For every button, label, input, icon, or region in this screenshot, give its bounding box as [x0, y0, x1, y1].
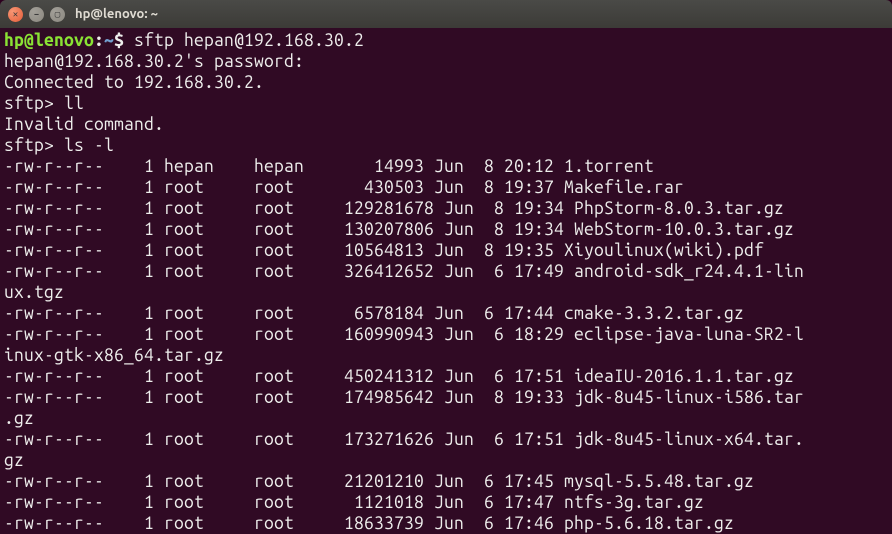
list-row: -rw-r--r-- 1 root root 450241312 Jun 6 1… [4, 366, 888, 387]
list-row: -rw-r--r-- 1 root root 18633739 Jun 6 17… [4, 513, 888, 534]
sftp-prompt-line2: sftp> ls -l [4, 135, 888, 156]
list-row: -rw-r--r-- 1 root root 129281678 Jun 8 1… [4, 198, 888, 219]
list-row: .gz [4, 408, 888, 429]
terminal-body[interactable]: hp@lenovo:~$ sftp hepan@192.168.30.2hepa… [0, 28, 892, 534]
list-row: -rw-r--r-- 1 root root 6578184 Jun 6 17:… [4, 303, 888, 324]
prompt-dollar: $ [114, 31, 134, 50]
list-row: -rw-r--r-- 1 root root 430503 Jun 8 19:3… [4, 177, 888, 198]
command-sftp: sftp hepan@192.168.30.2 [134, 31, 364, 50]
list-row: -rw-r--r-- 1 root root 173271626 Jun 6 1… [4, 429, 888, 450]
list-row: gz [4, 450, 888, 471]
titlebar: ✕ − ▢ hp@lenovo: ~ [0, 0, 892, 28]
list-row: -rw-r--r-- 1 root root 10564813 Jun 8 19… [4, 240, 888, 261]
list-row: ux.tgz [4, 282, 888, 303]
password-prompt: hepan@192.168.30.2's password: [4, 51, 888, 72]
prompt-user: hp [4, 31, 24, 50]
list-row: -rw-r--r-- 1 root root 174985642 Jun 8 1… [4, 387, 888, 408]
prompt-line: hp@lenovo:~$ sftp hepan@192.168.30.2 [4, 30, 888, 51]
maximize-icon[interactable]: ▢ [50, 7, 65, 22]
prompt-host: lenovo [34, 31, 94, 50]
sftp-prompt: sftp> [4, 94, 64, 113]
list-row: -rw-r--r-- 1 root root 160990943 Jun 6 1… [4, 324, 888, 345]
command-lsl: ls -l [64, 136, 114, 155]
window-title: hp@lenovo: ~ [75, 7, 158, 21]
prompt-colon: : [94, 31, 104, 50]
list-row: -rw-r--r-- 1 root root 21201210 Jun 6 17… [4, 471, 888, 492]
list-row: -rw-r--r-- 1 root root 1121018 Jun 6 17:… [4, 492, 888, 513]
window-controls: ✕ − ▢ [8, 7, 65, 22]
sftp-prompt-line: sftp> ll [4, 93, 888, 114]
prompt-at: @ [24, 31, 34, 50]
list-row: -rw-r--r-- 1 hepan hepan 14993 Jun 8 20:… [4, 156, 888, 177]
list-row: -rw-r--r-- 1 root root 130207806 Jun 8 1… [4, 219, 888, 240]
minimize-icon[interactable]: − [29, 7, 44, 22]
invalid-line: Invalid command. [4, 114, 888, 135]
connected-line: Connected to 192.168.30.2. [4, 72, 888, 93]
list-row: inux-gtk-x86_64.tar.gz [4, 345, 888, 366]
close-icon[interactable]: ✕ [8, 7, 23, 22]
list-row: -rw-r--r-- 1 root root 326412652 Jun 6 1… [4, 261, 888, 282]
prompt-path: ~ [104, 31, 114, 50]
sftp-prompt2: sftp> [4, 136, 64, 155]
command-ll: ll [64, 94, 84, 113]
